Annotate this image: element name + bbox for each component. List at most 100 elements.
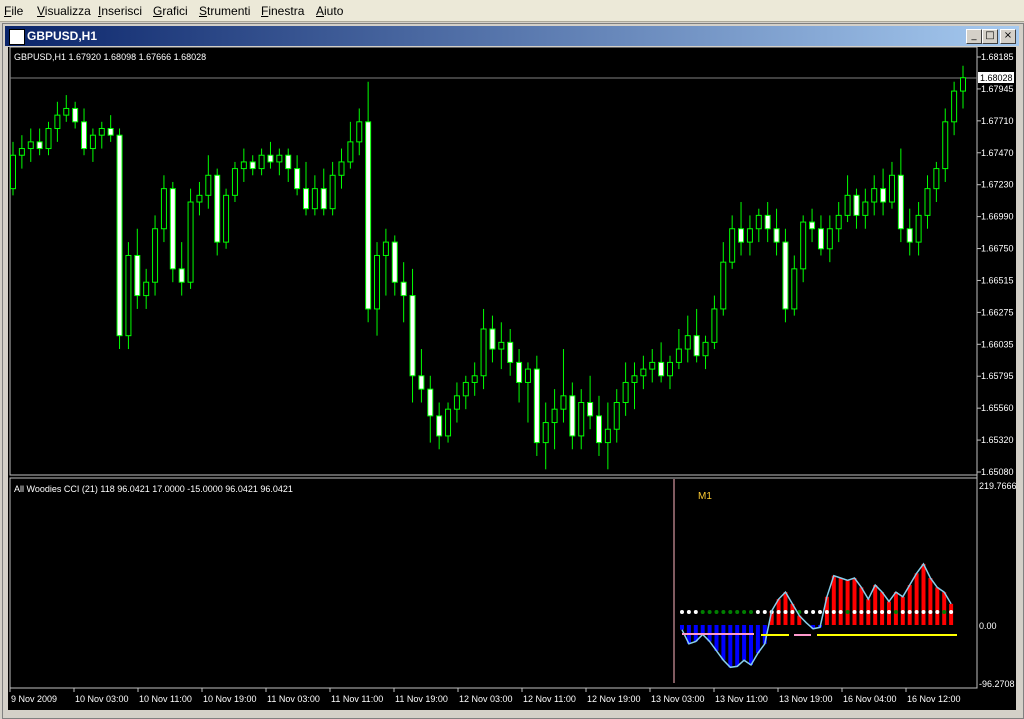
candle-body	[382, 241, 389, 256]
cci-hist-bar	[831, 575, 836, 625]
candle-body	[436, 415, 443, 437]
candle-body	[143, 281, 150, 297]
cci-dot	[914, 610, 919, 614]
menu-file[interactable]: File	[4, 4, 23, 18]
candle-body	[729, 228, 736, 263]
price-axis-labels: 1.68185 1.67945 1.67710 1.67470 1.67230 1.669…	[977, 52, 1014, 477]
cci-hist-bar	[721, 625, 726, 661]
candle-body	[214, 174, 221, 243]
candle-body	[329, 174, 336, 210]
cci-dot	[866, 610, 871, 614]
candle-body	[924, 188, 931, 216]
restore-button[interactable]: □	[982, 29, 998, 44]
candle-body	[427, 388, 434, 417]
window-titlebar[interactable]: GBPUSD,H1 _ □ ×	[5, 26, 1019, 46]
menu-strumenti[interactable]: Strumenti	[199, 4, 250, 18]
timeframe-label: M1	[698, 491, 712, 502]
candle-body	[702, 341, 709, 357]
candle-body	[471, 375, 478, 383]
cci-dot	[707, 610, 712, 614]
close-button[interactable]: ×	[1000, 29, 1016, 44]
menu-visualizza[interactable]: Visualizza	[37, 4, 91, 18]
candle-body	[267, 154, 274, 163]
cci-hist-bar	[852, 578, 857, 625]
cci-hist-bar	[714, 625, 719, 651]
menu-grafici[interactable]: Grafici	[153, 4, 188, 18]
candle-body	[622, 381, 629, 403]
candle-body	[595, 415, 602, 444]
candle-body	[409, 295, 416, 377]
cci-dot	[818, 610, 822, 614]
price-tick-label: 1.67230	[981, 180, 1014, 190]
time-tick-label: 12 Nov 03:00	[459, 694, 513, 704]
cci-scale-min: -96.2708	[979, 679, 1015, 689]
cci-dot	[838, 610, 843, 614]
candle-body	[906, 228, 913, 243]
price-tick-label: 1.65080	[981, 467, 1014, 477]
candle-body	[613, 401, 620, 430]
cci-hist-bar	[928, 578, 933, 625]
time-tick-label: 12 Nov 19:00	[587, 694, 641, 704]
cci-dot	[893, 610, 898, 614]
candle-body	[302, 188, 309, 210]
candle-body	[63, 107, 70, 116]
cci-dot	[921, 610, 926, 614]
candle-body	[888, 174, 895, 203]
candle-body	[134, 254, 141, 297]
cci-dot	[783, 610, 788, 614]
candle-body	[800, 221, 807, 270]
cci-dot	[907, 610, 912, 614]
candle-body	[693, 335, 700, 357]
cci-dot	[859, 610, 864, 614]
menu-inserisci[interactable]: Inserisci	[98, 4, 142, 18]
candle-body	[258, 154, 265, 170]
candle-body	[365, 121, 372, 310]
time-axis-labels: 9 Nov 2009 10 Nov 03:00 10 Nov 11:00 10 Nov…	[9, 688, 961, 704]
time-tick-label: 16 Nov 04:00	[843, 694, 897, 704]
cci-dot	[928, 610, 933, 614]
candle-body	[631, 375, 638, 383]
price-tick-label: 1.66990	[981, 212, 1014, 222]
candle-body	[507, 341, 514, 363]
time-tick-label: 13 Nov 19:00	[779, 694, 833, 704]
candle-body	[542, 422, 549, 444]
candle-body	[951, 90, 958, 123]
main-chart-header: GBPUSD,H1 1.67920 1.68098 1.67666 1.6802…	[14, 52, 206, 62]
candle-body	[320, 188, 327, 210]
cci-hist-bar	[783, 592, 788, 625]
candle-body	[942, 121, 949, 170]
menu-finestra[interactable]: Finestra	[261, 4, 304, 18]
candle-body	[560, 395, 567, 410]
candle-body	[720, 261, 727, 310]
candle-body	[755, 214, 762, 230]
cci-dot	[804, 610, 809, 614]
cci-dot	[852, 610, 857, 614]
candle-body	[36, 141, 43, 150]
minimize-button[interactable]: _	[966, 29, 982, 44]
cci-dot	[721, 610, 726, 614]
cci-dot	[686, 610, 691, 614]
candle-body	[649, 361, 656, 370]
cci-scale-max: 219.7666	[979, 481, 1016, 491]
cci-dot	[776, 610, 781, 614]
candle-body	[578, 401, 585, 437]
candle-body	[960, 77, 966, 92]
price-chart-svg[interactable]: GBPUSD,H1 1.67920 1.68098 1.67666 1.6802…	[8, 46, 1017, 710]
cci-hist-bar	[735, 625, 740, 667]
candle-body	[72, 107, 79, 123]
candle-body	[897, 174, 904, 230]
candle-body	[862, 201, 869, 216]
time-tick-label: 13 Nov 11:00	[715, 694, 768, 704]
cci-hist-bar	[914, 573, 919, 625]
cci-hist-bar	[749, 625, 753, 665]
current-price-label: 1.68028	[980, 73, 1013, 83]
candle-body	[684, 335, 691, 350]
cci-dot	[714, 610, 719, 614]
chart-area[interactable]: GBPUSD,H1 1.67920 1.68098 1.67666 1.6802…	[8, 46, 1017, 710]
candle-body	[604, 428, 611, 444]
cci-dot	[755, 610, 760, 614]
menu-aiuto[interactable]: Aiuto	[316, 4, 343, 18]
candle-body	[178, 268, 185, 283]
candle-body	[738, 228, 745, 243]
cci-dot	[949, 610, 954, 614]
